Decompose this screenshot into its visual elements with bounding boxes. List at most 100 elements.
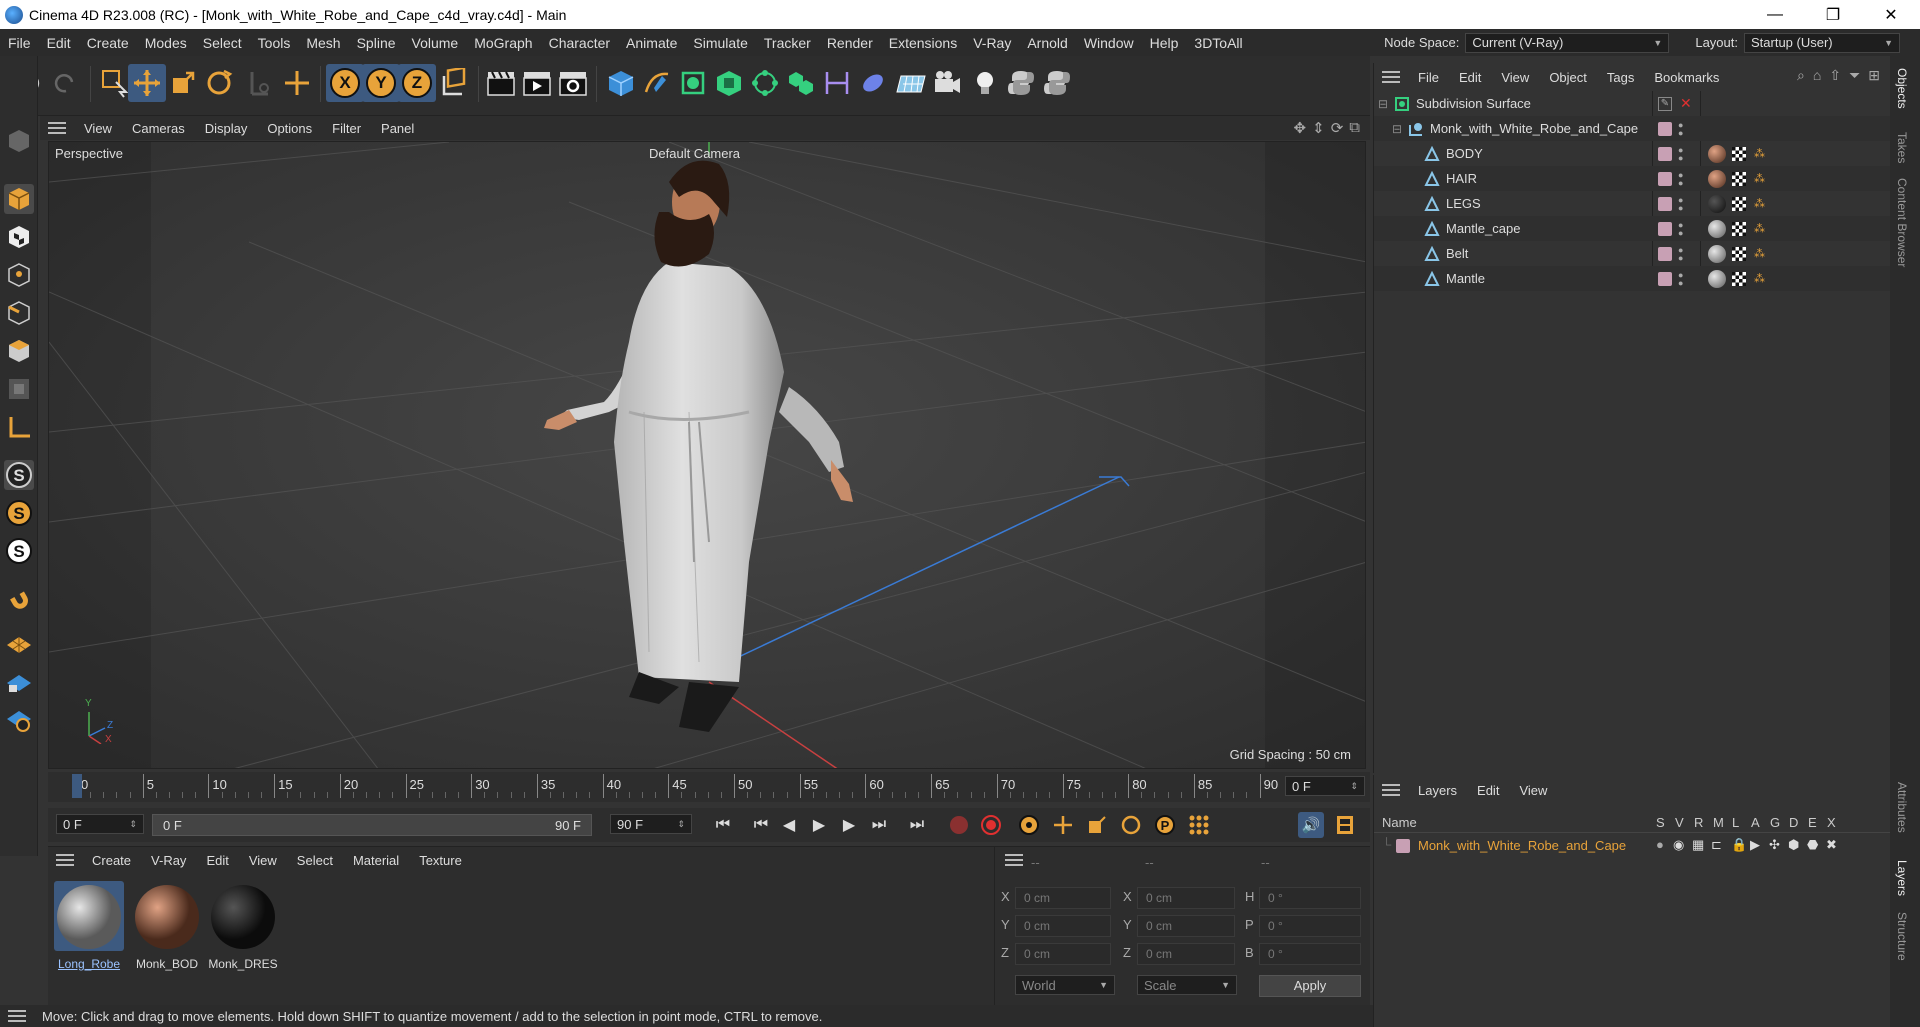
uvw-tag-icon[interactable] [1732, 196, 1746, 211]
object-name[interactable]: Mantle_cape [1446, 221, 1520, 236]
filter-icon[interactable]: ⏷ [1849, 67, 1860, 84]
rotation-h-field[interactable]: 0 ° [1259, 887, 1361, 909]
recent-tools-button[interactable] [240, 64, 278, 102]
layer-col-v[interactable]: V [1675, 815, 1684, 830]
tree-row-body[interactable]: BODY ● ● ⁂ [1374, 141, 1891, 166]
hamburger-icon[interactable] [8, 1010, 26, 1022]
material-menu-vray[interactable]: V-Ray [141, 853, 196, 868]
tree-row-mantle-cape[interactable]: Mantle_cape ● ● ⁂ [1374, 216, 1891, 241]
tab-objects[interactable]: Objects [1895, 68, 1909, 109]
go-to-start-button[interactable]: ⏮ [710, 812, 736, 838]
menu-arnold[interactable]: Arnold [1019, 35, 1075, 51]
nodespace-select[interactable]: Current (V-Ray) ▼ [1465, 32, 1670, 53]
animation-play-icon[interactable]: ▶ [1750, 837, 1760, 853]
layer-color-swatch[interactable] [1658, 171, 1672, 186]
layer-color-swatch[interactable] [1396, 839, 1410, 853]
menu-vray[interactable]: V-Ray [965, 35, 1019, 51]
tree-row-subdivision-surface[interactable]: ⊟ Subdivision Surface ✎ ✕ [1374, 91, 1891, 116]
deformers-icon[interactable]: ⬢ [1788, 837, 1799, 853]
pen-spline-button[interactable] [638, 64, 676, 102]
magnet-button[interactable] [4, 584, 34, 614]
menu-select[interactable]: Select [195, 35, 250, 51]
uvw-tag-icon[interactable] [1732, 146, 1746, 161]
home-icon[interactable]: ⌂ [1813, 67, 1821, 84]
locked-workplane-button[interactable] [4, 666, 34, 696]
visibility-dots-icon[interactable]: ● ● [1678, 195, 1683, 212]
object-menu-file[interactable]: File [1408, 70, 1449, 85]
layer-col-m[interactable]: M [1713, 815, 1724, 830]
tree-row-legs[interactable]: LEGS ● ● ⁂ [1374, 191, 1891, 216]
keyframe-selection-button[interactable] [1016, 812, 1042, 838]
viewport-menu-options[interactable]: Options [257, 121, 322, 136]
tab-takes[interactable]: Takes [1895, 132, 1909, 163]
size-z-field[interactable]: 0 cm [1137, 943, 1235, 965]
generators-icon[interactable]: ✣ [1769, 837, 1780, 853]
dolly-view-icon[interactable]: ⇕ [1312, 119, 1325, 137]
editor-toggle-icon[interactable]: ✎ [1658, 96, 1672, 111]
menu-volume[interactable]: Volume [404, 35, 467, 51]
object-menu-bookmarks[interactable]: Bookmarks [1644, 70, 1729, 85]
new-window-icon[interactable]: ⊞ [1868, 67, 1880, 84]
camera-button[interactable] [928, 64, 966, 102]
material-tag-icon[interactable] [1708, 194, 1726, 213]
array-button[interactable] [746, 64, 784, 102]
visibility-dots-icon[interactable]: ● ● [1678, 270, 1683, 287]
layer-menu-layers[interactable]: Layers [1408, 783, 1467, 798]
y-axis-lock-button[interactable]: Y [362, 64, 400, 102]
object-menu-tags[interactable]: Tags [1597, 70, 1644, 85]
record-keys-button[interactable] [946, 812, 972, 838]
next-frame-button[interactable]: ▶ [836, 812, 862, 838]
layer-color-swatch[interactable] [1658, 121, 1672, 136]
timeline-window-button[interactable] [1332, 812, 1358, 838]
move-tool-button[interactable] [128, 64, 166, 102]
menu-mograph[interactable]: MoGraph [466, 35, 540, 51]
layout-select[interactable]: Startup (User) ▼ [1744, 32, 1900, 53]
timeline-playhead[interactable] [72, 774, 82, 798]
start-frame-field[interactable]: 0 F ⇕ [56, 814, 144, 834]
lock-icon[interactable]: 🔒 [1731, 837, 1747, 853]
layer-col-r[interactable]: R [1694, 815, 1703, 830]
axis-mode-button[interactable] [4, 412, 34, 442]
snap-toggle-button[interactable]: S [4, 460, 34, 490]
menu-window[interactable]: Window [1076, 35, 1142, 51]
object-name[interactable]: Monk_with_White_Robe_and_Cape [1430, 121, 1638, 136]
tree-row-hair[interactable]: HAIR ● ● ⁂ [1374, 166, 1891, 191]
material-swatch-long-robe[interactable] [54, 881, 124, 951]
viewport-menu-view[interactable]: View [74, 121, 122, 136]
render-view-button[interactable] [482, 64, 520, 102]
render-to-picture-viewer-button[interactable] [518, 64, 556, 102]
layer-col-e[interactable]: E [1808, 815, 1817, 830]
selection-tag-icon[interactable]: ⁂ [1754, 147, 1765, 160]
layer-color-swatch[interactable] [1658, 246, 1672, 261]
menu-mesh[interactable]: Mesh [298, 35, 348, 51]
viewport-camera-label[interactable]: Default Camera [649, 146, 740, 161]
menu-edit[interactable]: Edit [39, 35, 79, 51]
material-tag-icon[interactable] [1708, 244, 1726, 263]
material-tag-icon[interactable] [1708, 144, 1726, 163]
texture-mode-button[interactable] [4, 222, 34, 252]
object-name[interactable]: Belt [1446, 246, 1468, 261]
object-name[interactable]: Subdivision Surface [1416, 96, 1531, 111]
key-position-button[interactable] [1050, 812, 1076, 838]
position-y-field[interactable]: 0 cm [1015, 915, 1111, 937]
object-name[interactable]: Mantle [1446, 271, 1485, 286]
key-pla-button[interactable] [1186, 812, 1212, 838]
subdivision-surface-button[interactable] [674, 64, 712, 102]
layer-menu-view[interactable]: View [1509, 783, 1557, 798]
menu-3dtoall[interactable]: 3DToAll [1186, 35, 1250, 51]
uvw-tag-icon[interactable] [1732, 221, 1746, 236]
menu-file[interactable]: File [0, 35, 39, 51]
current-frame-field[interactable]: 0 F ⇕ [1285, 776, 1365, 796]
autokey-button[interactable] [978, 812, 1004, 838]
material-menu-edit[interactable]: Edit [196, 853, 238, 868]
x-axis-lock-button[interactable]: X [326, 64, 364, 102]
z-axis-lock-button[interactable]: Z [398, 64, 436, 102]
up-arrow-icon[interactable]: ⇧ [1829, 67, 1841, 84]
uv-mode-button[interactable] [4, 374, 34, 404]
material-label-long-robe[interactable]: Long_Robe [52, 957, 126, 971]
play-button[interactable]: ▶ [806, 812, 832, 838]
hamburger-icon[interactable] [1005, 854, 1023, 866]
manager-icon[interactable]: ⊏ [1711, 837, 1722, 853]
deformer-button[interactable] [818, 64, 856, 102]
selection-tag-icon[interactable]: ⁂ [1754, 272, 1765, 285]
